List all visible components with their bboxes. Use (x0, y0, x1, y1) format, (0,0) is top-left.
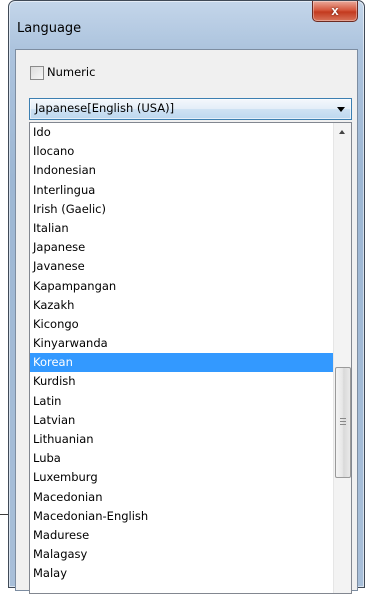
list-item[interactable]: Latin (30, 392, 334, 411)
list-item[interactable]: Ido (30, 123, 334, 142)
close-icon: x (331, 3, 339, 18)
numeric-label[interactable]: Numeric (47, 65, 95, 79)
grip-icon (340, 418, 346, 425)
list-item[interactable]: Macedonian-English (30, 507, 334, 526)
list-item[interactable]: Macedonian (30, 488, 334, 507)
list-item[interactable]: Irish (Gaelic) (30, 200, 334, 219)
chevron-down-icon[interactable] (337, 107, 345, 112)
list-item[interactable]: Kapampangan (30, 277, 334, 296)
title-bar[interactable]: Language x (9, 1, 364, 49)
window-title: Language (17, 21, 82, 36)
list-item[interactable]: Kurdish (30, 372, 334, 391)
close-button[interactable]: x (312, 1, 358, 22)
scroll-up-button[interactable] (334, 123, 351, 140)
list-item[interactable]: Kinyarwanda (30, 334, 334, 353)
list-item[interactable]: Latvian (30, 411, 334, 430)
list-item[interactable]: Italian (30, 219, 334, 238)
list-item[interactable]: Malay (30, 564, 334, 583)
list-item-selected[interactable]: Korean (30, 353, 334, 373)
list-item[interactable]: Luxemburg (30, 468, 334, 487)
language-list-items: Ido Ilocano Indonesian Interlingua Irish (Ga… (30, 123, 334, 584)
dropdown-selected-value: Japanese[English (USA)] (35, 101, 175, 115)
numeric-checkbox[interactable] (30, 66, 44, 80)
list-item[interactable]: Interlingua (30, 181, 334, 200)
language-dropdown[interactable]: Japanese[English (USA)] (29, 98, 352, 120)
chevron-up-icon (339, 130, 345, 134)
list-item[interactable]: Indonesian (30, 161, 334, 180)
language-list[interactable]: Ido Ilocano Indonesian Interlingua Irish (Ga… (29, 122, 352, 594)
list-item[interactable]: Lithuanian (30, 430, 334, 449)
scroll-thumb[interactable] (335, 367, 351, 478)
list-item[interactable]: Javanese (30, 257, 334, 276)
list-item[interactable]: Kicongo (30, 315, 334, 334)
list-item[interactable]: Kazakh (30, 296, 334, 315)
list-item[interactable]: Japanese (30, 238, 334, 257)
list-item[interactable]: Madurese (30, 526, 334, 545)
list-item[interactable]: Luba (30, 449, 334, 468)
dialog-client-area: Numeric Japanese[English (USA)] Ido Iloca… (15, 49, 358, 594)
language-dialog: Language x Numeric Japanese[English (USA… (8, 0, 365, 594)
list-item[interactable]: Malagasy (30, 545, 334, 564)
list-item[interactable]: Ilocano (30, 142, 334, 161)
list-scrollbar[interactable] (333, 123, 351, 593)
